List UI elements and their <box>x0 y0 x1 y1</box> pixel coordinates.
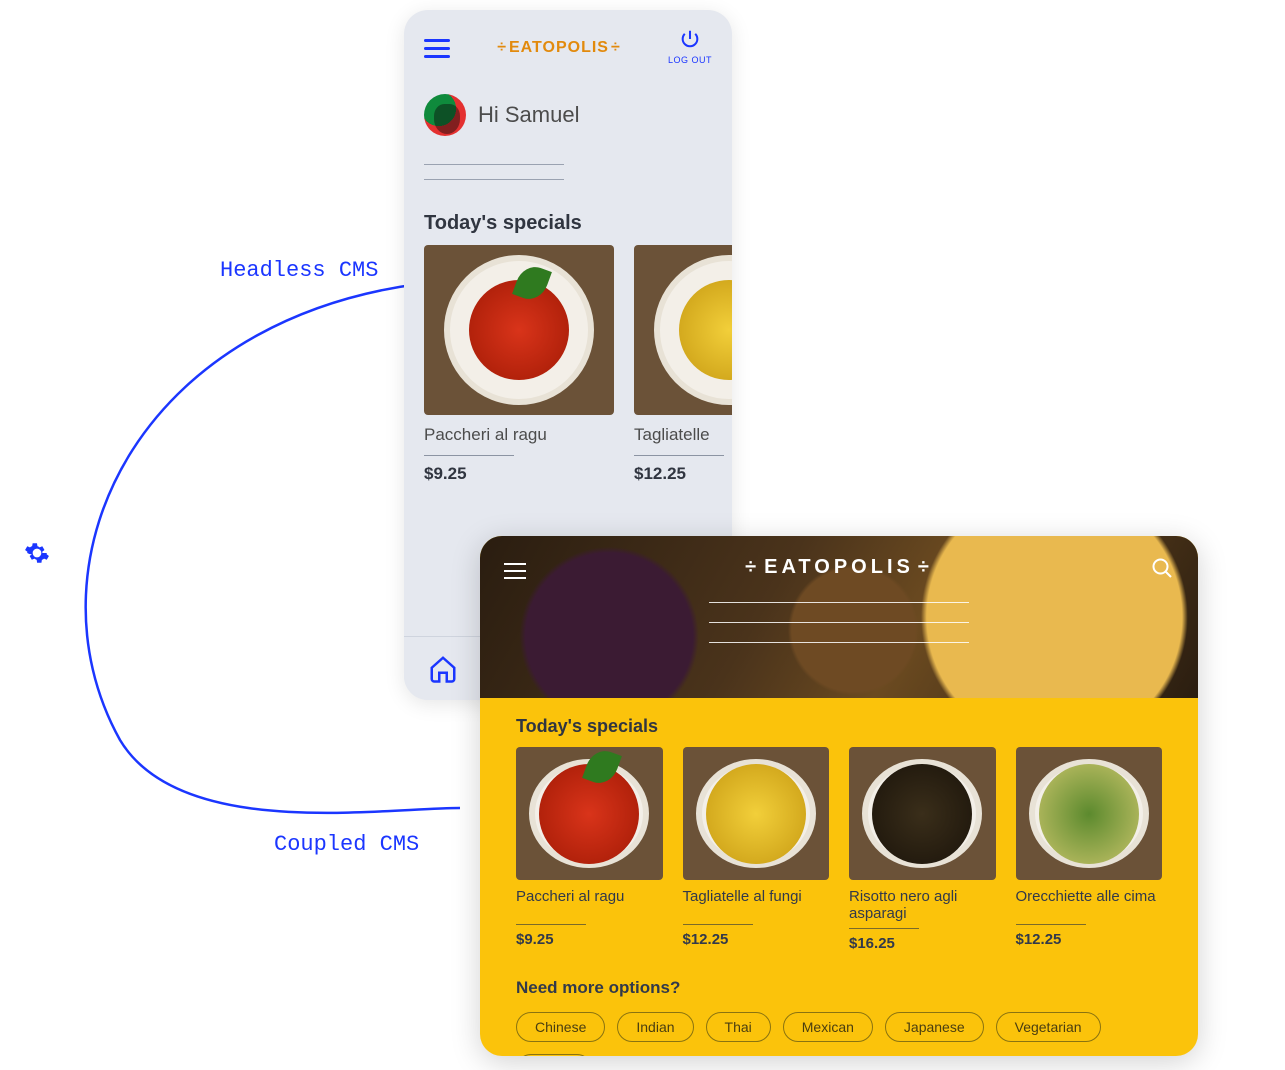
cuisine-chip[interactable]: Greek <box>516 1054 592 1056</box>
special-card[interactable]: Tagliatelle al fungi $12.25 <box>683 747 830 952</box>
special-card[interactable]: Risotto nero agli asparagi $16.25 <box>849 747 996 952</box>
dish-name: Paccheri al ragu <box>424 415 614 445</box>
logout-button[interactable]: LOG OUT <box>668 28 712 68</box>
brand-logo: EATOPOLIS <box>495 39 623 57</box>
dish-name: Paccheri al ragu <box>516 880 663 918</box>
specials-heading: Today's specials <box>404 204 732 245</box>
hamburger-icon[interactable] <box>424 34 450 63</box>
hamburger-icon[interactable] <box>504 558 526 584</box>
special-card[interactable]: Paccheri al ragu $9.25 <box>516 747 663 952</box>
dish-photo <box>424 245 614 415</box>
dish-price: $12.25 <box>1016 931 1163 948</box>
dish-photo <box>683 747 830 880</box>
placeholder-lines <box>404 144 732 204</box>
dish-photo <box>516 747 663 880</box>
cuisine-chip[interactable]: Vegetarian <box>996 1012 1101 1042</box>
headless-cms-label: Headless CMS <box>220 258 378 283</box>
web-app-mockup: EATOPOLIS Today's specials Paccheri al r… <box>480 536 1198 1056</box>
avatar <box>424 94 466 136</box>
gear-icon <box>24 540 50 571</box>
coupled-cms-label: Coupled CMS <box>274 832 419 857</box>
dish-photo <box>1016 747 1163 880</box>
dish-photo <box>634 245 732 415</box>
home-icon[interactable] <box>428 654 458 684</box>
brand-logo: EATOPOLIS <box>741 556 937 579</box>
special-card[interactable]: Orecchiette alle cima $12.25 <box>1016 747 1163 952</box>
dish-price: $9.25 <box>516 931 663 948</box>
search-icon[interactable] <box>1150 556 1174 585</box>
power-icon <box>679 28 701 50</box>
greeting-text: Hi Samuel <box>478 102 579 128</box>
special-card[interactable]: Tagliatelle $12.25 <box>634 245 732 484</box>
special-card[interactable]: Paccheri al ragu $9.25 <box>424 245 614 484</box>
specials-heading: Today's specials <box>516 716 1162 747</box>
dish-name: Tagliatelle al fungi <box>683 880 830 918</box>
hero-banner: EATOPOLIS <box>480 536 1198 698</box>
dish-price: $12.25 <box>683 931 830 948</box>
more-options-heading: Need more options? <box>516 978 1162 998</box>
dish-name: Tagliatelle <box>634 415 732 445</box>
cuisine-chip[interactable]: Chinese <box>516 1012 605 1042</box>
dish-name: Orecchiette alle cima <box>1016 880 1163 918</box>
cuisine-chip[interactable]: Indian <box>617 1012 693 1042</box>
dish-price: $9.25 <box>424 464 614 484</box>
logout-label: LOG OUT <box>668 55 712 65</box>
cuisine-chip[interactable]: Thai <box>706 1012 771 1042</box>
dish-name: Risotto nero agli asparagi <box>849 880 996 922</box>
cuisine-chip[interactable]: Japanese <box>885 1012 984 1042</box>
dish-photo <box>849 747 996 880</box>
dish-price: $12.25 <box>634 464 732 484</box>
cuisine-chip[interactable]: Mexican <box>783 1012 873 1042</box>
dish-price: $16.25 <box>849 935 996 952</box>
